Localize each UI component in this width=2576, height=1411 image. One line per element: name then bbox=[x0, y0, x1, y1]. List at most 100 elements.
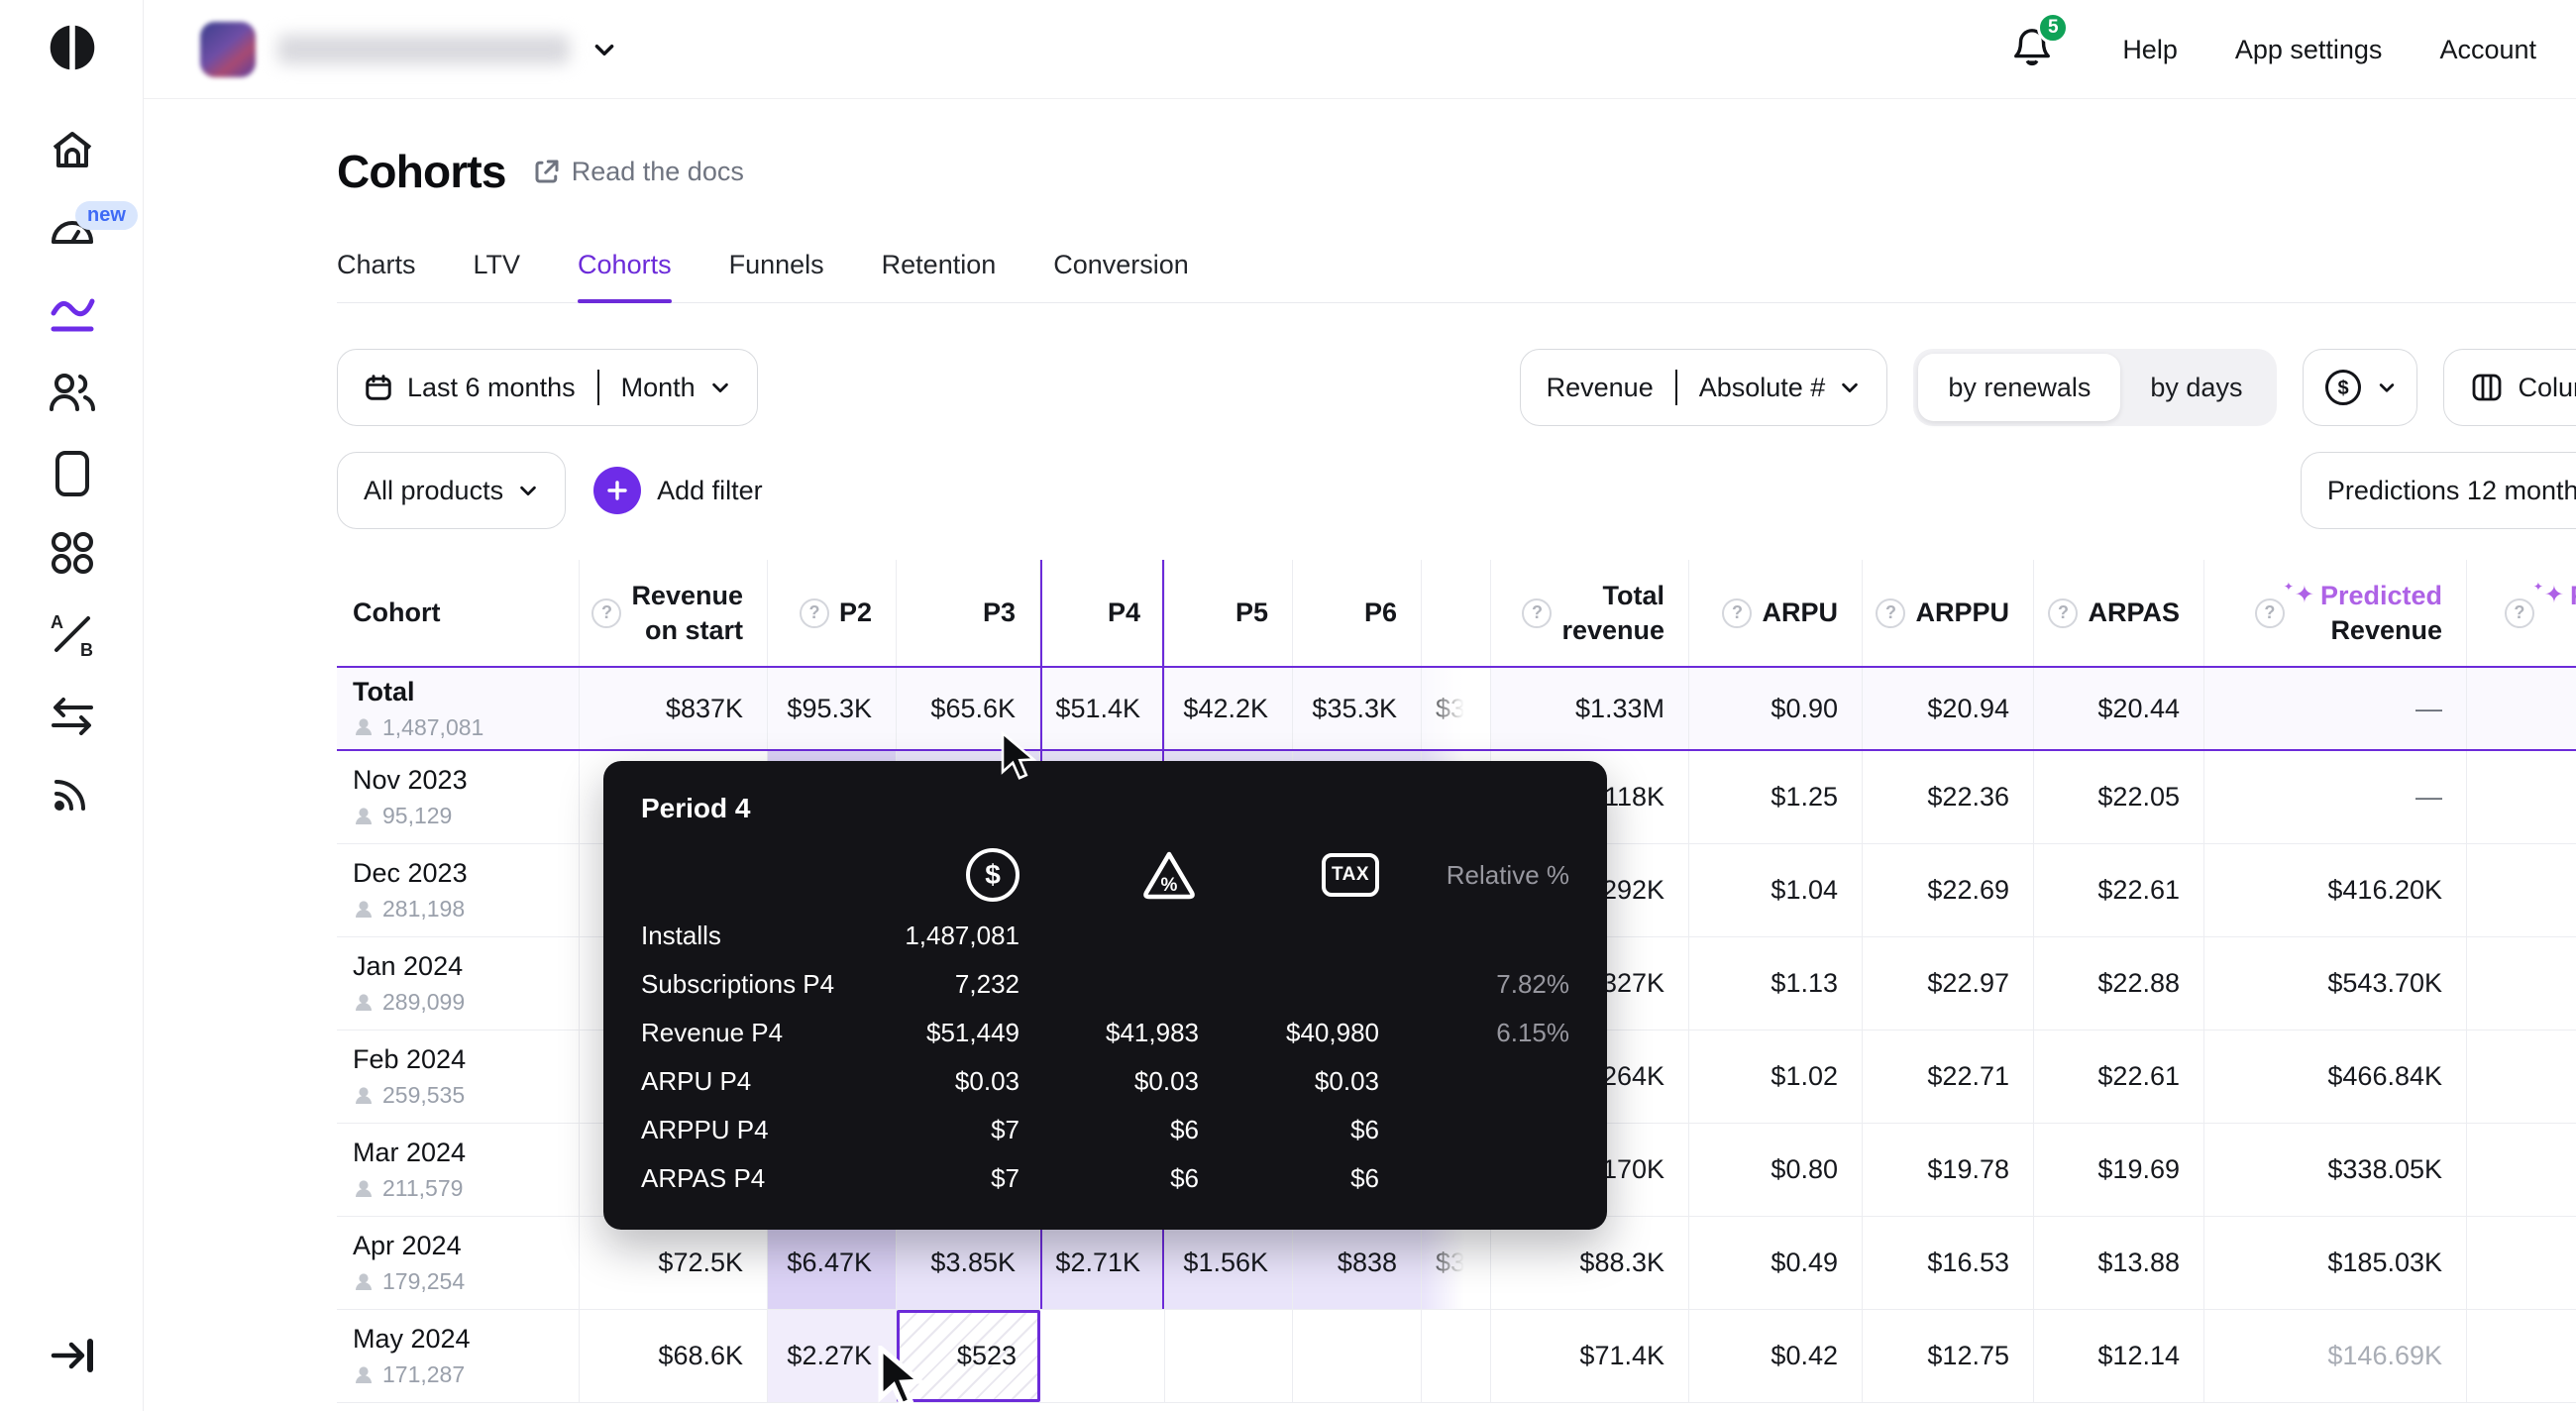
tab-cohorts[interactable]: Cohorts bbox=[578, 250, 672, 280]
cell-p5[interactable] bbox=[1165, 1310, 1293, 1402]
cohort-cell[interactable]: Feb 2024259,535 bbox=[337, 1031, 580, 1123]
help-icon[interactable]: ? bbox=[2505, 598, 2534, 628]
cell-total[interactable]: $1.33M bbox=[1491, 668, 1689, 749]
analytics-icon-active[interactable] bbox=[0, 285, 144, 339]
cell-p3[interactable]: $65.6K bbox=[897, 668, 1040, 749]
cell-arpu[interactable]: $0.42 bbox=[1689, 1310, 1863, 1402]
ab-test-icon[interactable]: AB bbox=[0, 608, 144, 660]
cell-total[interactable]: $88.3K bbox=[1491, 1217, 1689, 1309]
cell-p2[interactable]: $6.47K bbox=[768, 1217, 897, 1309]
selected-cell[interactable]: $523 bbox=[897, 1310, 1040, 1402]
cell-p7[interactable]: $3 bbox=[1422, 1217, 1491, 1309]
cell-start[interactable]: $68.6K bbox=[580, 1310, 768, 1402]
cell-p5[interactable]: $42.2K bbox=[1165, 668, 1293, 749]
cell-p4[interactable] bbox=[1040, 1310, 1165, 1402]
cell-arpas[interactable]: $22.88 bbox=[2034, 937, 2204, 1030]
cell-pred_ltv[interactable]: $23.33 bbox=[2467, 1310, 2576, 1402]
add-filter-button[interactable]: Add filter bbox=[593, 467, 763, 514]
cell-p7[interactable]: $30 bbox=[1422, 668, 1491, 749]
cell-p3[interactable]: $3.85K bbox=[897, 1217, 1040, 1309]
cell-arpas[interactable]: $22.05 bbox=[2034, 751, 2204, 843]
columns-button[interactable]: Columns bbox=[2443, 349, 2576, 426]
cell-pred_rev[interactable]: — bbox=[2204, 668, 2467, 749]
cell-p4[interactable]: $2.71K bbox=[1040, 1217, 1165, 1309]
products-filter-button[interactable]: All products bbox=[337, 452, 566, 529]
cell-pred_rev[interactable]: $416.20K bbox=[2204, 844, 2467, 936]
workspace-selector[interactable] bbox=[200, 22, 617, 77]
cell-arpu[interactable]: $1.04 bbox=[1689, 844, 1863, 936]
toggle-by-days[interactable]: by days bbox=[2120, 354, 2272, 421]
cell-p6[interactable]: $838 bbox=[1293, 1217, 1422, 1309]
cell-arppu[interactable]: $20.94 bbox=[1863, 668, 2034, 749]
cohort-cell[interactable]: Total1,487,081 bbox=[337, 668, 580, 749]
event-feed-icon[interactable] bbox=[0, 767, 144, 818]
cell-arppu[interactable]: $22.36 bbox=[1863, 751, 2034, 843]
audience-icon[interactable] bbox=[0, 367, 144, 418]
cohort-cell[interactable]: May 2024171,287 bbox=[337, 1310, 580, 1402]
help-icon[interactable]: ? bbox=[1876, 598, 1905, 628]
cell-p5[interactable]: $1.56K bbox=[1165, 1217, 1293, 1309]
cell-arpu[interactable]: $1.25 bbox=[1689, 751, 1863, 843]
cell-arppu[interactable]: $22.97 bbox=[1863, 937, 2034, 1030]
cell-p2[interactable]: $95.3K bbox=[768, 668, 897, 749]
cell-pred_ltv[interactable]: $28.38 bbox=[2467, 937, 2576, 1030]
cell-pred_ltv[interactable]: — bbox=[2467, 751, 2576, 843]
cell-pred_ltv[interactable]: $25.12 bbox=[2467, 1124, 2576, 1216]
app-logo-icon[interactable] bbox=[0, 20, 144, 75]
cell-arpas[interactable]: $20.44 bbox=[2034, 668, 2204, 749]
read-docs-link[interactable]: Read the docs bbox=[532, 157, 744, 187]
cell-pred_rev[interactable]: $146.69K bbox=[2204, 1310, 2467, 1402]
cell-arppu[interactable]: $22.71 bbox=[1863, 1031, 2034, 1123]
cell-start[interactable]: $72.5K bbox=[580, 1217, 768, 1309]
cell-p2[interactable]: $2.27K bbox=[768, 1310, 897, 1402]
paywalls-icon[interactable] bbox=[0, 448, 144, 499]
app-settings-link[interactable]: App settings bbox=[2235, 35, 2383, 65]
cell-arppu[interactable]: $12.75 bbox=[1863, 1310, 2034, 1402]
apps-grid-icon[interactable] bbox=[0, 527, 144, 579]
cell-pred_ltv[interactable]: — bbox=[2467, 668, 2576, 749]
date-range-button[interactable]: Last 6 months Month bbox=[337, 349, 758, 426]
cell-pred_rev[interactable]: — bbox=[2204, 751, 2467, 843]
cell-pred_ltv[interactable]: $28.24 bbox=[2467, 1031, 2576, 1123]
cell-p6[interactable]: $35.3K bbox=[1293, 668, 1422, 749]
account-link[interactable]: Account bbox=[2439, 35, 2536, 65]
cell-arpas[interactable]: $22.61 bbox=[2034, 844, 2204, 936]
cell-pred_rev[interactable]: $466.84K bbox=[2204, 1031, 2467, 1123]
metric-selector-button[interactable]: Revenue Absolute # bbox=[1520, 349, 1888, 426]
cell-p6[interactable] bbox=[1293, 1310, 1422, 1402]
cell-pred_ltv[interactable]: $27.66 bbox=[2467, 1217, 2576, 1309]
cohort-cell[interactable]: Nov 202395,129 bbox=[337, 751, 580, 843]
cell-arpu[interactable]: $0.90 bbox=[1689, 668, 1863, 749]
cell-arppu[interactable]: $22.69 bbox=[1863, 844, 2034, 936]
collapse-sidebar-icon[interactable] bbox=[0, 1328, 144, 1383]
cell-pred_rev[interactable]: $338.05K bbox=[2204, 1124, 2467, 1216]
cell-arpu[interactable]: $0.80 bbox=[1689, 1124, 1863, 1216]
help-icon[interactable]: ? bbox=[591, 598, 621, 628]
cell-pred_rev[interactable]: $543.70K bbox=[2204, 937, 2467, 1030]
cell-arpas[interactable]: $13.88 bbox=[2034, 1217, 2204, 1309]
help-icon[interactable]: ? bbox=[2255, 598, 2285, 628]
cell-arppu[interactable]: $19.78 bbox=[1863, 1124, 2034, 1216]
home-icon[interactable] bbox=[0, 125, 144, 176]
cell-arpu[interactable]: $0.49 bbox=[1689, 1217, 1863, 1309]
cohort-cell[interactable]: Jan 2024289,099 bbox=[337, 937, 580, 1030]
help-icon[interactable]: ? bbox=[1722, 598, 1752, 628]
cell-arpas[interactable]: $12.14 bbox=[2034, 1310, 2204, 1402]
tab-ltv[interactable]: LTV bbox=[474, 250, 521, 280]
tab-charts[interactable]: Charts bbox=[337, 250, 416, 280]
cell-arppu[interactable]: $16.53 bbox=[1863, 1217, 2034, 1309]
help-icon[interactable]: ? bbox=[2048, 598, 2078, 628]
cell-arpas[interactable]: $22.61 bbox=[2034, 1031, 2204, 1123]
cell-arpas[interactable]: $19.69 bbox=[2034, 1124, 2204, 1216]
cell-pred_ltv[interactable]: $26.97 bbox=[2467, 844, 2576, 936]
cell-start[interactable]: $837K bbox=[580, 668, 768, 749]
cell-arpu[interactable]: $1.13 bbox=[1689, 937, 1863, 1030]
cohort-cell[interactable]: Dec 2023281,198 bbox=[337, 844, 580, 936]
help-icon[interactable]: ? bbox=[800, 598, 829, 628]
tab-funnels[interactable]: Funnels bbox=[729, 250, 824, 280]
integrations-icon[interactable] bbox=[0, 690, 144, 741]
cell-total[interactable]: $71.4K bbox=[1491, 1310, 1689, 1402]
help-icon[interactable]: ? bbox=[1522, 598, 1552, 628]
currency-button[interactable]: $ bbox=[2303, 349, 2417, 426]
cell-arpu[interactable]: $1.02 bbox=[1689, 1031, 1863, 1123]
